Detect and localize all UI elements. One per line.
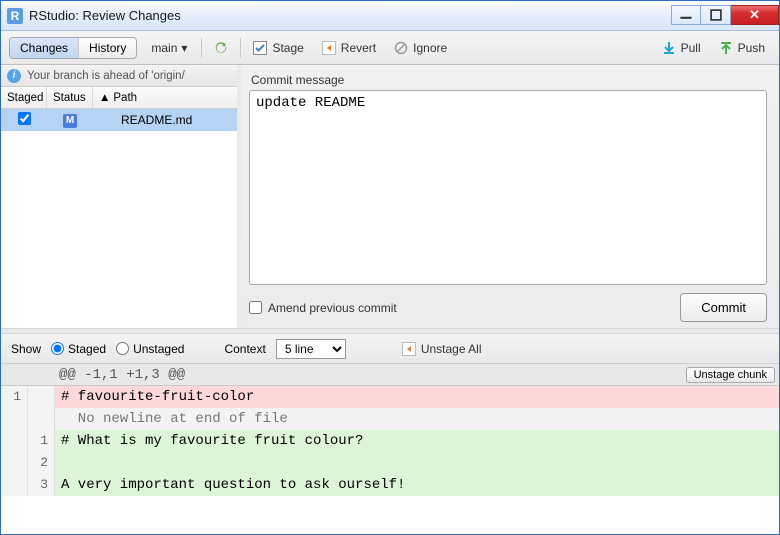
file-name: README.md: [93, 113, 237, 127]
diff-text: # favourite-fruit-color: [55, 389, 779, 405]
refresh-button[interactable]: [208, 38, 234, 58]
history-tab[interactable]: History: [79, 38, 136, 58]
file-row[interactable]: M README.md: [1, 109, 237, 131]
view-toggle: Changes History: [9, 37, 137, 59]
diff-text: A very important question to ask ourself…: [55, 477, 779, 493]
minimize-button[interactable]: [671, 5, 701, 25]
old-lineno: [1, 452, 28, 474]
info-icon: i: [7, 69, 21, 83]
close-button[interactable]: ✕: [731, 5, 779, 25]
rstudio-icon: R: [7, 8, 23, 24]
diff-hunk-header: @@ -1,1 +1,3 @@ Unstage chunk: [1, 364, 779, 386]
amend-checkbox-label[interactable]: Amend previous commit: [249, 301, 397, 315]
pull-icon: [662, 41, 676, 55]
diff-controls: Show Staged Unstaged Context 5 line Unst…: [1, 334, 779, 364]
pull-button[interactable]: Pull: [656, 38, 707, 58]
col-staged[interactable]: Staged: [1, 87, 47, 108]
push-icon: [719, 41, 733, 55]
branch-selector[interactable]: main ▾: [143, 38, 195, 58]
diff-text: # What is my favourite fruit colour?: [55, 433, 779, 449]
show-label: Show: [11, 342, 41, 356]
diff-text: No newline at end of file: [55, 411, 779, 427]
check-icon: [253, 41, 267, 55]
diff-line[interactable]: 2: [1, 452, 779, 474]
revert-icon: [402, 342, 416, 356]
push-button[interactable]: Push: [713, 38, 771, 58]
new-lineno: 3: [28, 474, 55, 496]
branch-status-bar: i Your branch is ahead of 'origin/: [1, 65, 237, 87]
diff-line[interactable]: 3A very important question to ask oursel…: [1, 474, 779, 496]
commit-message-input[interactable]: update README: [249, 90, 767, 285]
window-title: RStudio: Review Changes: [29, 8, 181, 23]
old-lineno: [1, 408, 28, 430]
branch-status-text: Your branch is ahead of 'origin/: [27, 70, 185, 82]
context-select[interactable]: 5 line: [276, 339, 346, 359]
show-unstaged-radio[interactable]: Unstaged: [116, 342, 184, 356]
revert-icon: [322, 41, 336, 55]
toolbar: Changes History main ▾ Stage Revert Igno…: [1, 31, 779, 65]
ignore-button[interactable]: Ignore: [388, 38, 453, 58]
commit-button[interactable]: Commit: [680, 293, 767, 322]
sort-asc-icon: ▲: [99, 92, 110, 104]
commit-message-label: Commit message: [251, 73, 767, 87]
unstage-chunk-button[interactable]: Unstage chunk: [686, 367, 775, 383]
stage-button[interactable]: Stage: [247, 38, 309, 58]
col-status[interactable]: Status: [47, 87, 93, 108]
old-lineno: [1, 430, 28, 452]
chevron-down-icon: ▾: [181, 41, 187, 55]
show-staged-radio[interactable]: Staged: [51, 342, 106, 356]
diff-line[interactable]: 1 # favourite-fruit-color: [1, 386, 779, 408]
maximize-button[interactable]: [701, 5, 731, 25]
amend-checkbox[interactable]: [249, 301, 262, 314]
col-path[interactable]: ▲ Path: [93, 87, 237, 108]
context-label: Context: [224, 342, 265, 356]
diff-line[interactable]: 1# What is my favourite fruit colour?: [1, 430, 779, 452]
hunk-range: @@ -1,1 +1,3 @@: [55, 367, 686, 383]
new-lineno: [28, 408, 55, 430]
file-list-pane: i Your branch is ahead of 'origin/ Stage…: [1, 65, 241, 328]
unstage-all-button[interactable]: Unstage All: [396, 339, 488, 359]
old-lineno: [1, 474, 28, 496]
commit-pane: Commit message update README Amend previ…: [241, 65, 779, 328]
staged-checkbox[interactable]: [18, 112, 31, 125]
titlebar: R RStudio: Review Changes ✕: [1, 1, 779, 31]
file-list-header: Staged Status ▲ Path: [1, 87, 237, 109]
new-lineno: 1: [28, 430, 55, 452]
changes-tab[interactable]: Changes: [10, 38, 79, 58]
new-lineno: [28, 386, 55, 408]
status-badge: M: [63, 114, 77, 128]
old-lineno: 1: [1, 386, 28, 408]
diff-line[interactable]: No newline at end of file: [1, 408, 779, 430]
branch-name: main: [151, 41, 177, 55]
refresh-icon: [214, 41, 228, 55]
ignore-icon: [394, 41, 408, 55]
revert-button[interactable]: Revert: [316, 38, 382, 58]
diff-view: @@ -1,1 +1,3 @@ Unstage chunk 1 # favouri…: [1, 364, 779, 526]
new-lineno: 2: [28, 452, 55, 474]
